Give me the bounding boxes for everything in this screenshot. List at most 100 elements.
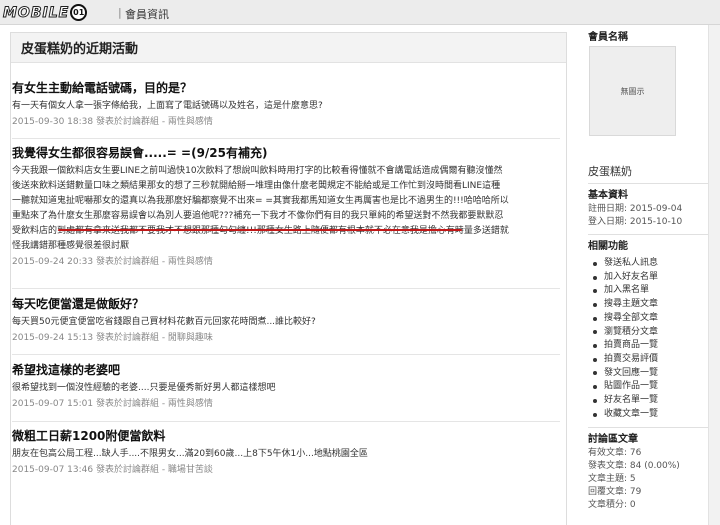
function-link[interactable]: 加入黑名單 bbox=[588, 284, 716, 298]
function-link[interactable]: 貼圖作品一覽 bbox=[588, 380, 716, 394]
stat-line: 有效文章: 76 bbox=[588, 448, 642, 458]
stat-line: 文章積分: 0 bbox=[588, 500, 636, 510]
member-name: 皮蛋糕奶 bbox=[588, 165, 632, 178]
excerpt-line: 怪我講錯那種感覺很差很討厭 bbox=[12, 241, 130, 251]
divider bbox=[12, 421, 560, 422]
function-list: 發送私人訊息 加入好友名單 加入黑名單 搜尋主題文章 搜尋全部文章 瀏覽積分文章… bbox=[588, 257, 716, 421]
function-link[interactable]: 加入好友名單 bbox=[588, 271, 716, 285]
bullet-icon bbox=[593, 357, 597, 362]
bullet-icon bbox=[593, 385, 597, 390]
function-link[interactable]: 拍賣交易評價 bbox=[588, 353, 716, 367]
bullet-icon bbox=[593, 261, 597, 266]
function-label: 貼圖作品一覽 bbox=[604, 381, 659, 392]
post-meta: 2015-09-24 20:33 發表於討論群組 - 兩性與感情 bbox=[12, 257, 213, 267]
excerpt-line: 朋友在包高公局工程...缺人手....不限男女...滿20到60歲...上8下5… bbox=[12, 449, 368, 459]
post-meta: 2015-09-07 15:01 發表於討論群組 - 兩性與感情 bbox=[12, 399, 213, 409]
bullet-icon bbox=[593, 398, 597, 403]
function-link[interactable]: 搜尋主題文章 bbox=[588, 298, 716, 312]
activity-item: 我覺得女生都很容易誤會.....= =(9/25有補充) 今天我跟一個飲料店女生… bbox=[12, 145, 560, 269]
login-date: 登入日期: 2015-10-10 bbox=[588, 217, 683, 227]
bullet-icon bbox=[593, 344, 597, 349]
red-highlight-underline bbox=[58, 229, 462, 231]
function-link[interactable]: 收藏文章一覽 bbox=[588, 408, 716, 422]
function-label: 拍賣商品一覽 bbox=[604, 340, 659, 351]
member-name-heading: 會員名稱 bbox=[588, 32, 628, 43]
function-label: 瀏覽積分文章 bbox=[604, 326, 659, 337]
function-label: 好友名單一覽 bbox=[604, 395, 659, 406]
divider bbox=[588, 427, 716, 428]
forum-stats-heading: 討論區文章 bbox=[588, 434, 638, 445]
function-label: 收藏文章一覽 bbox=[604, 408, 659, 419]
excerpt-line: 一聽就知道鬼扯呢嚇那女的還真以為我那麼好騙都察覺不出來= =其實我都馬知道女生再… bbox=[12, 196, 509, 206]
bullet-icon bbox=[593, 302, 597, 307]
function-label: 搜尋全部文章 bbox=[604, 312, 659, 323]
functions-heading: 相關功能 bbox=[588, 241, 628, 252]
function-link[interactable]: 好友名單一覽 bbox=[588, 394, 716, 408]
divider bbox=[12, 354, 560, 355]
post-title-link[interactable]: 每天吃便當還是做飯好？ bbox=[12, 296, 560, 312]
basic-info-heading: 基本資料 bbox=[588, 190, 628, 201]
excerpt-line: 今天我跟一個飲料店女生要LINE之前叫過快10次飲料了想說叫飲料時用打字的比較看… bbox=[12, 166, 503, 176]
function-label: 拍賣交易評價 bbox=[604, 353, 659, 364]
forum-stats-section: 討論區文章 有效文章: 76 發表文章: 84 (0.00%) 文章主題: 5 … bbox=[588, 427, 716, 512]
post-excerpt: 今天我跟一個飲料店女生要LINE之前叫過快10次飲料了想說叫飲料時用打字的比較看… bbox=[12, 164, 560, 254]
activity-item: 希望找這樣的老婆吧 很希望找到一個沒性經驗的老婆....只要是優秀新好男人都這樣… bbox=[12, 362, 560, 411]
post-excerpt: 朋友在包高公局工程...缺人手....不限男女...滿20到60歲...上8下5… bbox=[12, 447, 560, 462]
function-label: 發文回應一覽 bbox=[604, 367, 659, 378]
post-meta: 2015-09-07 13:46 發表於討論群組 - 職場甘苦談 bbox=[12, 465, 213, 475]
activity-item: 微粗工日薪1200附便當飲料 朋友在包高公局工程...缺人手....不限男女..… bbox=[12, 428, 560, 477]
top-bar: MOBILE 01 | 會員資訊 bbox=[0, 0, 720, 25]
function-label: 發送私人訊息 bbox=[604, 258, 659, 268]
nav-divider: | bbox=[118, 6, 122, 19]
logo-badge-icon: 01 bbox=[70, 4, 88, 21]
function-label: 搜尋主題文章 bbox=[604, 299, 659, 310]
activity-item: 有女生主動給電話號碼，目的是？ 有一天有個女人拿一張字條給我，上面寫了電話號碼以… bbox=[12, 80, 560, 129]
logo-text: MOBILE bbox=[2, 4, 70, 21]
excerpt-line: 每天買50元便宜便當吃省錢跟自己買材料花數百元回家花時間煮...誰比較好? bbox=[12, 317, 316, 327]
avatar: 無圖示 bbox=[589, 46, 676, 136]
bullet-icon bbox=[593, 371, 597, 376]
function-link[interactable]: 發送私人訊息 bbox=[588, 257, 716, 271]
page-title: 皮蛋糕奶的近期活動 bbox=[11, 33, 566, 63]
vertical-scrollbar[interactable] bbox=[708, 25, 720, 525]
post-meta: 2015-09-24 15:13 發表於討論群組 - 閒聊與趣味 bbox=[12, 333, 213, 343]
post-title-link[interactable]: 微粗工日薪1200附便當飲料 bbox=[12, 428, 560, 444]
activity-item: 每天吃便當還是做飯好？ 每天買50元便宜便當吃省錢跟自己買材料花數百元回家花時間… bbox=[12, 296, 560, 345]
excerpt-line: 重點來了為什麼女生那麼容易誤會以為別人要追他呢???補充一下我才不像你們有目的我… bbox=[12, 211, 504, 221]
excerpt-line: 有一天有個女人拿一張字條給我，上面寫了電話號碼以及姓名，這是什麼意思? bbox=[12, 101, 323, 111]
post-title-link[interactable]: 有女生主動給電話號碼，目的是？ bbox=[12, 80, 560, 96]
excerpt-line: 後送來飲料送錯數量口味之類結果那女的想了三秒就開給掰一堆理由像什麼老闆規定不能給… bbox=[12, 181, 501, 191]
function-link[interactable]: 搜尋全部文章 bbox=[588, 312, 716, 326]
post-excerpt: 有一天有個女人拿一張字條給我，上面寫了電話號碼以及姓名，這是什麼意思? bbox=[12, 99, 560, 114]
bullet-icon bbox=[593, 275, 597, 280]
bullet-icon bbox=[593, 412, 597, 417]
basic-info-section: 基本資料 註冊日期: 2015-09-04 登入日期: 2015-10-10 bbox=[588, 183, 716, 229]
bullet-icon bbox=[593, 316, 597, 321]
function-link[interactable]: 拍賣商品一覽 bbox=[588, 339, 716, 353]
avatar-placeholder-text: 無圖示 bbox=[620, 86, 645, 96]
post-excerpt: 每天買50元便宜便當吃省錢跟自己買材料花數百元回家花時間煮...誰比較好? bbox=[12, 315, 560, 330]
post-excerpt: 很希望找到一個沒性經驗的老婆....只要是優秀新好男人都這樣想吧 bbox=[12, 381, 560, 396]
bullet-icon bbox=[593, 289, 597, 294]
function-link[interactable]: 發文回應一覽 bbox=[588, 367, 716, 381]
post-meta: 2015-09-30 18:38 發表於討論群組 - 兩性與感情 bbox=[12, 117, 213, 127]
excerpt-line: 很希望找到一個沒性經驗的老婆....只要是優秀新好男人都這樣想吧 bbox=[12, 383, 276, 393]
function-label: 加入好友名單 bbox=[604, 271, 659, 282]
stat-line: 發表文章: 84 (0.00%) bbox=[588, 461, 680, 471]
divider bbox=[12, 138, 560, 139]
functions-section: 相關功能 發送私人訊息 加入好友名單 加入黑名單 搜尋主題文章 搜尋全部文章 瀏… bbox=[588, 234, 716, 421]
divider bbox=[12, 288, 560, 289]
nav-member-info[interactable]: 會員資訊 bbox=[125, 6, 169, 22]
profile-sidebar: 會員名稱 無圖示 皮蛋糕奶 基本資料 註冊日期: 2015-09-04 登入日期… bbox=[584, 25, 720, 525]
stat-line: 文章主題: 5 bbox=[588, 474, 636, 484]
divider bbox=[588, 234, 716, 235]
post-title-link[interactable]: 希望找這樣的老婆吧 bbox=[12, 362, 560, 378]
post-title-link[interactable]: 我覺得女生都很容易誤會.....= =(9/25有補充) bbox=[12, 145, 560, 161]
divider bbox=[588, 183, 716, 184]
function-link[interactable]: 瀏覽積分文章 bbox=[588, 326, 716, 340]
site-logo[interactable]: MOBILE 01 bbox=[2, 3, 88, 22]
function-label: 加入黑名單 bbox=[604, 285, 650, 296]
register-date: 註冊日期: 2015-09-04 bbox=[588, 204, 683, 214]
bullet-icon bbox=[593, 330, 597, 335]
excerpt-line: 受飲料店的到處都有拿來送我都不要我才不想跟那種勾勾纏!!!那種女生路上隨便都有根… bbox=[12, 226, 509, 236]
